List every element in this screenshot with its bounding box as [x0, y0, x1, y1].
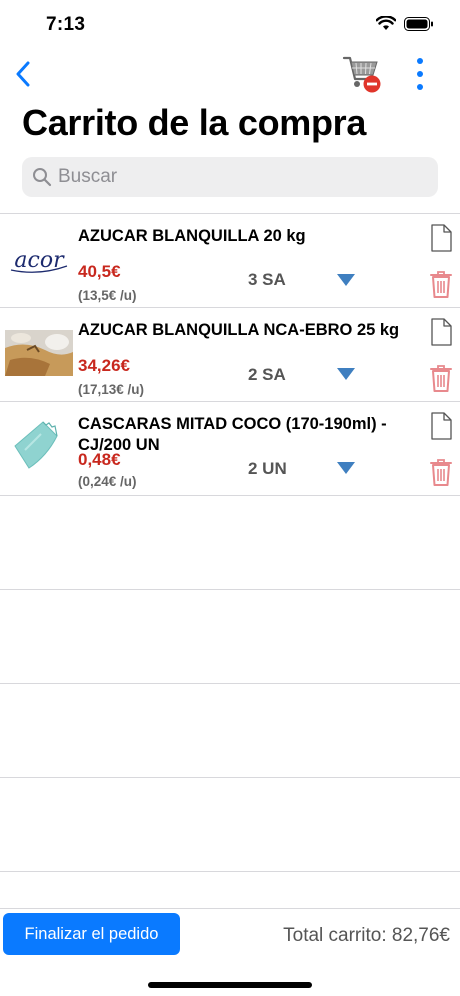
cart-item[interactable]: acor AZUCAR BLANQUILLA 20 kg 40,5€ (13,5…: [0, 214, 460, 308]
empty-row: [0, 684, 460, 778]
cart-item[interactable]: CASCARAS MITAD COCO (170-190ml) - CJ/200…: [0, 402, 460, 496]
product-unit-price: (13,5€ /u): [78, 288, 137, 303]
product-unit-price: (17,13€ /u): [78, 382, 145, 397]
finish-order-button[interactable]: Finalizar el pedido: [3, 913, 180, 955]
page-title: Carrito de la compra: [22, 102, 367, 143]
empty-row: [0, 590, 460, 684]
search-bar[interactable]: [22, 157, 438, 197]
document-icon[interactable]: [430, 412, 452, 440]
product-price: 34,26€: [78, 356, 130, 375]
quantity-value[interactable]: 2 SA: [248, 365, 286, 385]
home-indicator[interactable]: [148, 982, 312, 988]
cart-total: Total carrito: 82,76€: [283, 925, 450, 946]
back-button[interactable]: [10, 58, 36, 90]
product-image-coco-scraper: [14, 421, 58, 469]
product-name: AZUCAR BLANQUILLA 20 kg: [78, 227, 306, 245]
trash-icon[interactable]: [430, 458, 452, 486]
trash-icon[interactable]: [430, 364, 452, 392]
empty-row: [0, 496, 460, 590]
navigation-bar: [0, 50, 460, 100]
empty-row: [0, 778, 460, 872]
more-vertical-icon-dot: [417, 84, 423, 90]
trash-icon[interactable]: [430, 270, 452, 298]
product-image-sugar: [5, 330, 73, 376]
bottom-bar: Finalizar el pedido Total carrito: 82,76…: [0, 908, 460, 996]
quantity-dropdown-icon[interactable]: [336, 367, 356, 381]
more-options-button[interactable]: [410, 56, 430, 92]
product-name: AZUCAR BLANQUILLA NCA-EBRO 25 kg: [78, 321, 400, 339]
document-icon[interactable]: [430, 318, 452, 346]
search-input[interactable]: [58, 166, 418, 188]
cart-remove-icon: [342, 56, 381, 93]
battery-icon: [404, 16, 433, 31]
chevron-left-icon: [16, 61, 30, 87]
wifi-icon: [376, 16, 396, 30]
product-name: CASCARAS MITAD COCO (170-190ml) - CJ/200…: [78, 415, 387, 454]
status-bar: 7:13: [0, 0, 460, 50]
more-vertical-icon-dot: [417, 71, 423, 77]
product-image-acor: acor: [10, 248, 68, 273]
document-icon[interactable]: [430, 224, 452, 252]
clear-cart-button[interactable]: [340, 52, 384, 94]
status-icons: [376, 16, 434, 31]
search-icon: [33, 168, 52, 187]
product-unit-price: (0,24€ /u): [78, 474, 137, 489]
more-vertical-icon-dot: [417, 58, 423, 64]
quantity-value[interactable]: 3 SA: [248, 270, 286, 290]
quantity-value[interactable]: 2 UN: [248, 459, 287, 479]
product-price: 0,48€: [78, 450, 121, 469]
product-price: 40,5€: [78, 262, 121, 281]
quantity-dropdown-icon[interactable]: [336, 461, 356, 475]
cart-list: acor AZUCAR BLANQUILLA 20 kg 40,5€ (13,5…: [0, 213, 460, 872]
status-time: 7:13: [46, 14, 86, 35]
cart-item[interactable]: AZUCAR BLANQUILLA NCA-EBRO 25 kg 34,26€ …: [0, 308, 460, 402]
quantity-dropdown-icon[interactable]: [336, 273, 356, 287]
